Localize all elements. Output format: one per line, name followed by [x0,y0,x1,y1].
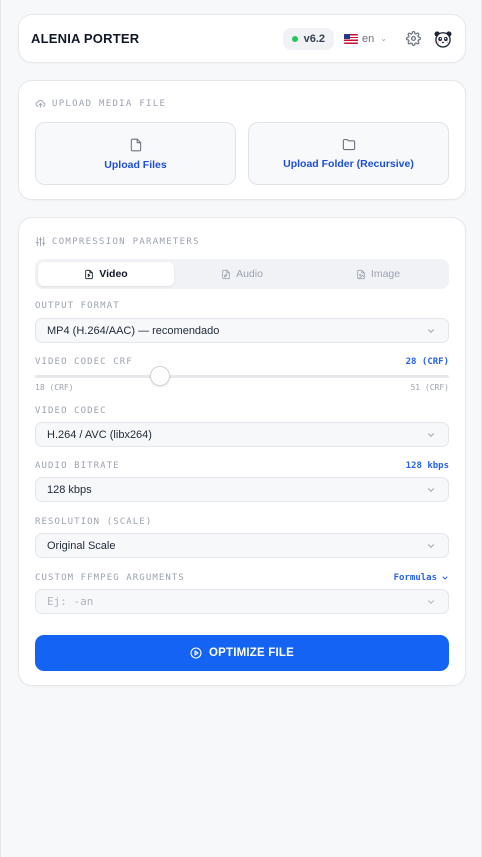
us-flag-icon [344,33,359,44]
upload-files-button[interactable]: Upload Files [35,122,236,185]
chevron-down-icon [428,599,434,604]
video-codec-label: VIDEO CODEC [35,406,107,416]
crf-slider-thumb[interactable] [150,366,171,386]
compression-section-title: COMPRESSION PARAMETERS [35,236,200,247]
audio-bitrate-select[interactable]: 128 kbps [35,477,449,502]
audio-bitrate-label: AUDIO BITRATE [35,461,120,471]
custom-args-input[interactable]: Ej: -an [35,589,449,614]
chevron-down-icon [442,576,448,580]
chevron-down-icon [428,487,434,492]
panda-avatar-icon[interactable] [433,29,453,49]
crf-label: VIDEO CODEC CRF [35,357,133,367]
file-icon [130,138,141,151]
language-selector[interactable]: en ⌄ [344,33,387,45]
media-type-tabs: Video Audio Image [35,259,449,289]
version-label: v6.2 [303,32,326,45]
upload-title-text: UPLOAD MEDIA FILE [52,98,167,109]
upload-folder-button[interactable]: Upload Folder (Recursive) [248,122,449,185]
custom-args-placeholder: Ej: -an [47,595,94,608]
optimize-file-button[interactable]: OPTIMIZE FILE [35,635,449,671]
folder-icon [342,138,355,151]
upload-card: UPLOAD MEDIA FILE Upload Files Upload Fo… [18,80,466,200]
tab-image[interactable]: Image [310,262,446,286]
compression-card: COMPRESSION PARAMETERS Video Audio Image… [18,217,466,686]
formulas-label: Formulas [393,573,437,583]
tab-audio[interactable]: Audio [174,262,310,286]
cloud-upload-icon [35,99,46,108]
image-file-icon [357,269,365,279]
language-label: en [362,32,375,45]
crf-value: 28 (CRF) [405,357,449,367]
custom-args-label: CUSTOM FFMPEG ARGUMENTS [35,573,185,583]
optimize-file-label: OPTIMIZE FILE [208,647,294,659]
play-circle-icon [190,647,202,659]
video-file-icon [85,269,94,279]
audio-bitrate-readout: 128 kbps [405,461,449,471]
tab-audio-label: Audio [236,268,263,280]
video-codec-value: H.264 / AVC (libx264) [47,428,152,441]
output-format-value: MP4 (H.264/AAC) — recomendado [47,324,220,337]
output-format-select[interactable]: MP4 (H.264/AAC) — recomendado [35,318,449,343]
resolution-value: Original Scale [47,539,116,552]
gear-icon[interactable] [403,29,423,49]
chevron-down-icon: ⌄ [380,34,387,43]
audio-bitrate-value: 128 kbps [47,483,92,496]
crf-max-label: 51 (CRF) [410,383,449,392]
resolution-label: RESOLUTION (SCALE) [35,517,153,527]
tab-image-label: Image [370,268,401,280]
output-format-label: OUTPUT FORMAT [35,301,120,311]
tab-video[interactable]: Video [38,262,174,286]
tab-video-label: Video [99,268,128,280]
crf-min-label: 18 (CRF) [35,383,74,392]
brand-title: ALENIA PORTER [31,31,140,46]
upload-files-label: Upload Files [104,158,167,171]
version-badge: v6.2 [282,27,335,50]
compression-title-text: COMPRESSION PARAMETERS [52,236,200,247]
audio-file-icon [222,269,230,279]
chevron-down-icon [428,328,434,333]
upload-folder-label: Upload Folder (Recursive) [283,158,414,170]
video-codec-select[interactable]: H.264 / AVC (libx264) [35,422,449,447]
upload-section-title: UPLOAD MEDIA FILE [35,98,166,109]
sliders-icon [35,236,46,247]
chevron-down-icon [428,543,434,548]
app-header: ALENIA PORTER v6.2 en ⌄ [18,14,466,63]
crf-slider-track[interactable] [35,375,449,378]
status-dot-icon [291,35,298,42]
resolution-select[interactable]: Original Scale [35,533,449,558]
formulas-dropdown[interactable]: Formulas [394,573,449,583]
chevron-down-icon [428,432,434,437]
